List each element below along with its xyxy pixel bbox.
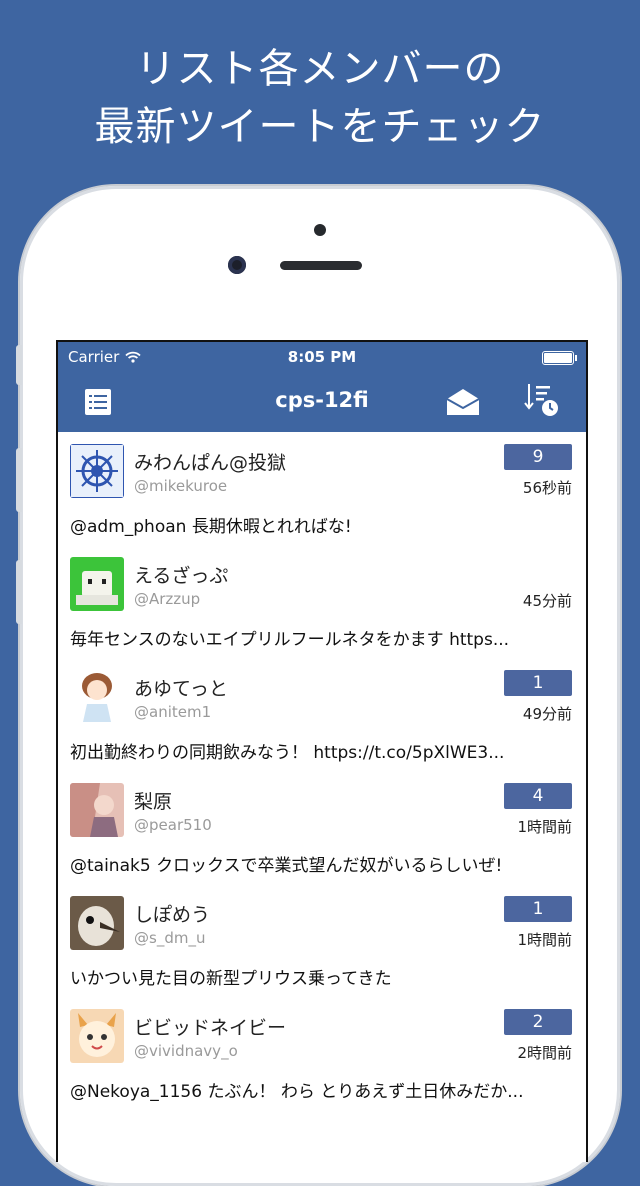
user-handle: @mikekuroe — [134, 477, 228, 495]
tweet-list: みわんぱん@投獄 @mikekuroe 9 56秒前 @adm_phoan 長期… — [58, 432, 586, 1110]
user-name: しぽめう — [134, 904, 211, 926]
app-screen: Carrier 8:05 PM cps-12fi みわんぱん@投獄 @mikek… — [56, 340, 588, 1162]
mark-read-button[interactable] — [446, 388, 480, 420]
tweet-time: 1時間前 — [517, 931, 572, 949]
avatar-image — [70, 896, 124, 950]
avatar[interactable] — [70, 1009, 124, 1063]
unread-count-badge: 9 — [504, 444, 572, 470]
avatar[interactable] — [70, 557, 124, 611]
user-handle: @Arzzup — [134, 590, 201, 608]
user-handle: @anitem1 — [134, 703, 212, 721]
sort-clock-icon — [524, 384, 558, 416]
tweet-time: 56秒前 — [522, 479, 572, 497]
phone-volume-down — [16, 560, 22, 624]
list-item[interactable]: ビビッドネイビー @vividnavy_o 2 2時間前 @Nekoya_115… — [58, 997, 586, 1110]
user-name: みわんぱん@投獄 — [134, 452, 287, 474]
unread-count-badge: 4 — [504, 783, 572, 809]
tweet-text: @tainak5 クロックスで卒業式望んだ奴がいるらしいぜ! — [70, 856, 503, 876]
user-name: あゆてっと — [134, 678, 228, 700]
phone-speaker — [280, 261, 362, 270]
tweet-text: @adm_phoan 長期休暇とれればな! — [70, 517, 352, 537]
tweet-text: 毎年センスのないエイプリルフールネタをかます https... — [70, 630, 510, 650]
unread-count-badge: 2 — [504, 1009, 572, 1035]
avatar-image — [70, 557, 124, 611]
tweet-text: いかつい見た目の新型プリウス乗ってきた — [70, 969, 392, 989]
battery-icon — [542, 351, 577, 365]
phone-camera — [228, 256, 246, 274]
sort-button[interactable] — [524, 382, 560, 422]
user-handle: @vividnavy_o — [134, 1042, 238, 1060]
user-name: えるざっぷ — [134, 565, 229, 587]
user-handle: @pear510 — [134, 816, 212, 834]
unread-count-badge: 1 — [504, 670, 572, 696]
avatar[interactable] — [70, 896, 124, 950]
nav-title: cps-12fi — [275, 388, 369, 412]
tweet-time: 49分前 — [522, 705, 572, 723]
avatar-image — [70, 1009, 124, 1063]
list-item[interactable]: しぽめう @s_dm_u 1 1時間前 いかつい見た目の新型プリウス乗ってきた — [58, 884, 586, 997]
user-handle: @s_dm_u — [134, 929, 206, 947]
unread-count-badge: 1 — [504, 896, 572, 922]
phone-mute-switch — [16, 345, 22, 385]
tweet-time: 1時間前 — [517, 818, 572, 836]
tweet-time: 45分前 — [522, 592, 572, 610]
navigation-bar: cps-12fi — [58, 372, 586, 432]
list-item[interactable]: 梨原 @pear510 4 1時間前 @tainak5 クロックスで卒業式望んだ… — [58, 771, 586, 884]
status-bar: Carrier 8:05 PM — [58, 342, 586, 372]
list-item[interactable]: あゆてっと @anitem1 1 49分前 初出勤終わりの同期飲みなう！ htt… — [58, 658, 586, 771]
user-name: 梨原 — [134, 791, 173, 813]
list-item[interactable]: えるざっぷ @Arzzup 45分前 毎年センスのないエイプリルフールネタをかま… — [58, 545, 586, 658]
phone-sensor — [314, 224, 326, 236]
user-name: ビビッドネイビー — [134, 1017, 287, 1039]
headline-line-1: リスト各メンバーの — [135, 46, 505, 92]
tweet-time: 2時間前 — [517, 1044, 572, 1062]
status-time: 8:05 PM — [287, 348, 357, 366]
open-envelope-icon — [446, 389, 480, 415]
headline-line-2: 最新ツイートをチェック — [94, 104, 546, 150]
avatar[interactable] — [70, 670, 124, 724]
phone-volume-up — [16, 448, 22, 512]
avatar[interactable] — [70, 783, 124, 837]
tweet-text: 初出勤終わりの同期飲みなう！ https://t.co/5pXlWE3... — [70, 743, 505, 763]
tweet-text: @Nekoya_1156 たぶん！ わら とりあえず土日休みだか... — [70, 1082, 524, 1102]
avatar-image — [70, 444, 124, 498]
promo-headline: リスト各メンバーの 最新ツイートをチェック — [0, 40, 640, 156]
avatar-image — [70, 670, 124, 724]
avatar-image — [70, 783, 124, 837]
avatar[interactable] — [70, 444, 124, 498]
list-item[interactable]: みわんぱん@投獄 @mikekuroe 9 56秒前 @adm_phoan 長期… — [58, 432, 586, 545]
